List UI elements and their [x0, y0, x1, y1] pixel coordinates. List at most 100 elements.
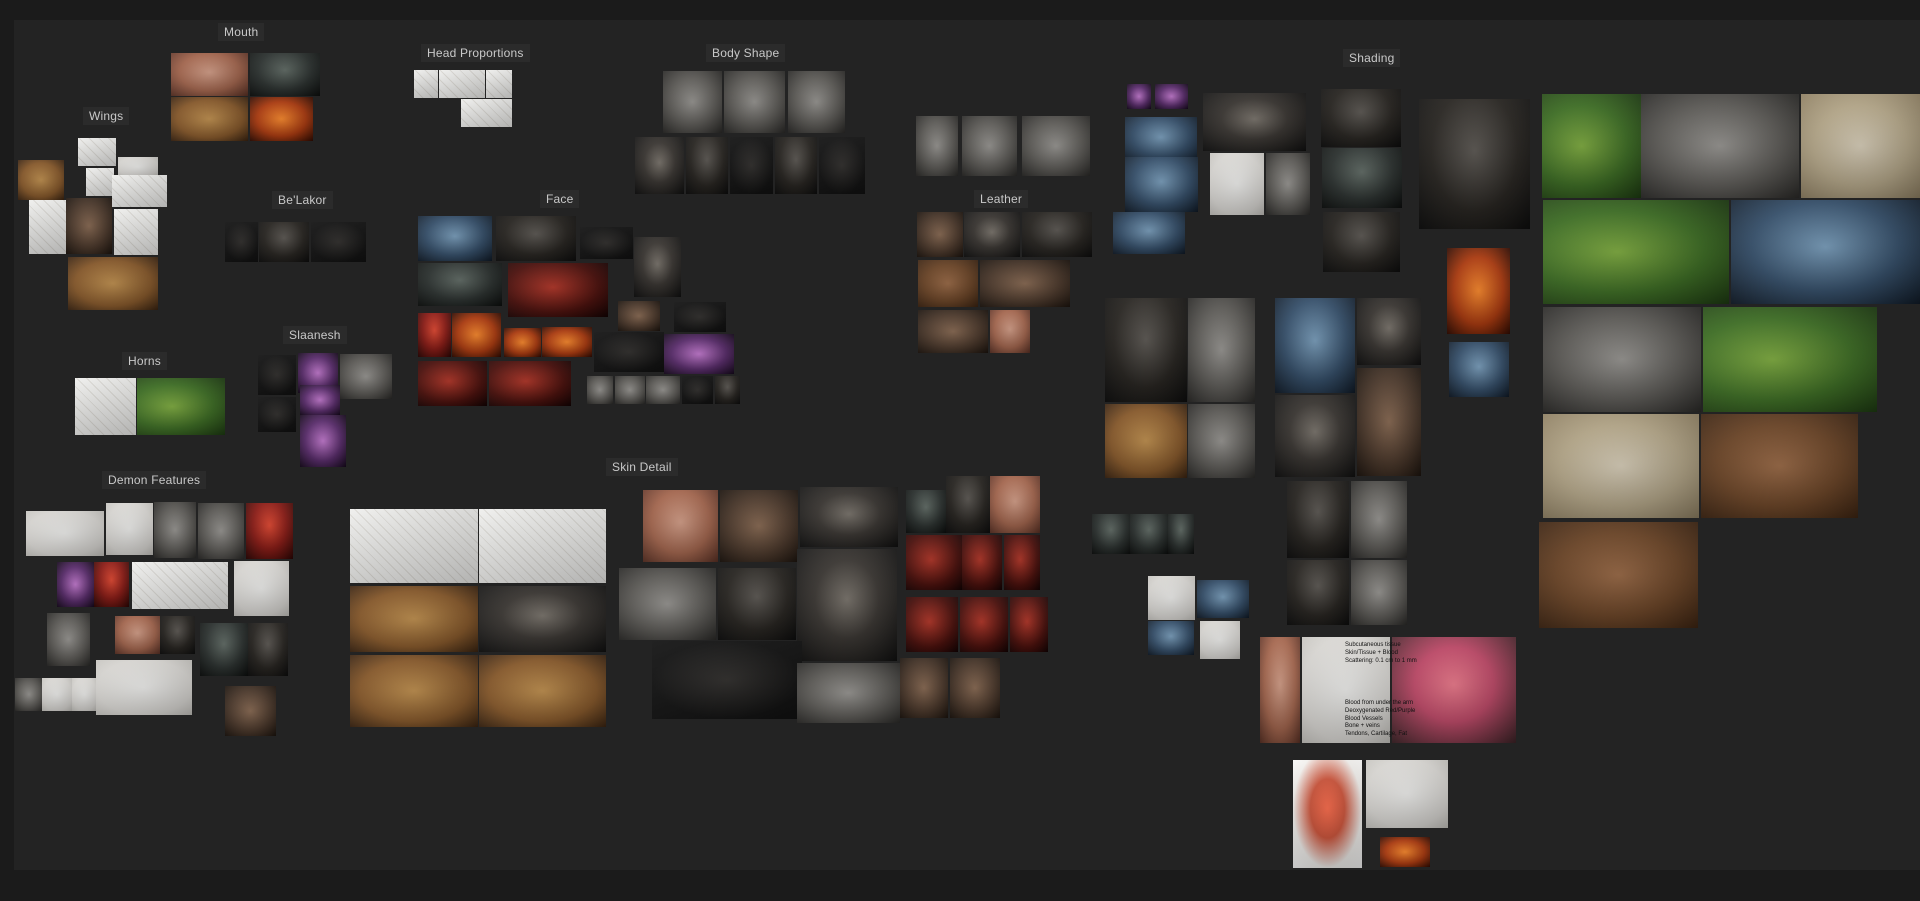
reference-image[interactable] [1703, 307, 1877, 412]
reference-image[interactable] [788, 71, 845, 133]
reference-image[interactable] [918, 310, 988, 353]
reference-image[interactable] [479, 655, 606, 727]
reference-image[interactable] [1447, 248, 1510, 334]
reference-image[interactable] [1351, 481, 1407, 558]
reference-image[interactable] [508, 263, 608, 317]
reference-image[interactable] [418, 313, 451, 357]
reference-image[interactable] [724, 71, 785, 133]
reference-image[interactable] [635, 137, 684, 194]
reference-image[interactable] [664, 334, 734, 374]
reference-image[interactable] [718, 568, 796, 640]
reference-image[interactable] [350, 509, 478, 583]
reference-image[interactable] [96, 660, 192, 715]
reference-image[interactable] [115, 616, 160, 654]
reference-image[interactable] [489, 361, 571, 406]
reference-image[interactable] [75, 378, 136, 435]
reference-image[interactable] [542, 327, 592, 357]
reference-image[interactable] [1260, 637, 1300, 743]
reference-image[interactable] [1092, 514, 1130, 554]
reference-image[interactable] [1731, 200, 1920, 304]
reference-image[interactable] [418, 361, 487, 406]
reference-image[interactable] [1022, 212, 1092, 257]
reference-image[interactable] [1293, 760, 1362, 868]
reference-image[interactable] [1543, 414, 1699, 518]
reference-image[interactable] [618, 301, 660, 331]
reference-image[interactable] [960, 597, 1008, 652]
reference-image[interactable] [418, 263, 502, 306]
reference-image[interactable] [1323, 212, 1400, 272]
reference-image[interactable] [154, 502, 196, 558]
reference-image[interactable] [1188, 404, 1255, 478]
reference-image[interactable] [340, 354, 392, 399]
reference-image[interactable] [1130, 514, 1168, 554]
reference-image[interactable] [94, 562, 129, 607]
reference-image[interactable] [66, 198, 112, 254]
reference-image[interactable] [18, 160, 64, 200]
reference-image[interactable] [1287, 481, 1349, 558]
reference-image[interactable] [112, 175, 167, 207]
reference-image[interactable] [730, 137, 773, 194]
reference-image[interactable] [634, 237, 681, 297]
reference-image[interactable] [1210, 153, 1264, 215]
reference-image[interactable] [962, 116, 1017, 176]
reference-image[interactable] [918, 260, 978, 307]
reference-image[interactable] [1203, 93, 1306, 151]
reference-image[interactable] [1419, 99, 1530, 229]
reference-image[interactable] [26, 511, 104, 556]
reference-image[interactable] [580, 227, 633, 259]
reference-image[interactable] [132, 562, 228, 609]
reference-image[interactable] [1010, 597, 1048, 652]
reference-image[interactable] [1168, 514, 1194, 554]
reference-image[interactable] [643, 490, 718, 562]
reference-image[interactable] [1351, 560, 1407, 625]
reference-image[interactable] [1105, 404, 1187, 478]
reference-image[interactable] [486, 70, 512, 98]
reference-image[interactable] [225, 686, 276, 736]
reference-image[interactable] [686, 137, 728, 194]
reference-image[interactable] [1321, 89, 1401, 147]
reference-image[interactable] [980, 260, 1070, 307]
reference-image[interactable] [619, 568, 716, 640]
reference-image[interactable] [1148, 621, 1194, 655]
reference-image[interactable] [964, 212, 1020, 257]
reference-image[interactable] [1357, 368, 1421, 476]
reference-image[interactable] [1275, 395, 1355, 477]
reference-image[interactable] [1641, 94, 1799, 198]
reference-image[interactable] [1125, 117, 1197, 162]
reference-image[interactable] [225, 222, 258, 262]
reference-image[interactable] [1188, 298, 1255, 402]
reference-image[interactable] [950, 658, 1000, 718]
reference-image[interactable] [1543, 200, 1729, 304]
reference-image[interactable] [1801, 94, 1920, 198]
reference-image[interactable] [250, 53, 320, 96]
reference-image[interactable] [118, 157, 158, 177]
reference-image[interactable] [1543, 307, 1701, 412]
reference-image[interactable] [1266, 153, 1310, 215]
reference-image[interactable] [200, 623, 248, 676]
reference-image[interactable] [300, 385, 340, 415]
reference-image[interactable] [615, 376, 645, 404]
reference-image[interactable] [479, 509, 606, 583]
reference-image[interactable] [1197, 580, 1249, 618]
reference-image[interactable] [258, 355, 296, 395]
moodboard-canvas[interactable]: Mouth Wings Head Proportions Body Shape Be'L… [0, 0, 1920, 901]
reference-image[interactable] [1322, 148, 1402, 208]
reference-image[interactable] [917, 212, 963, 257]
reference-image[interactable] [160, 616, 195, 654]
reference-image[interactable] [1287, 560, 1349, 625]
reference-image[interactable] [1004, 535, 1040, 590]
reference-image[interactable] [78, 138, 116, 166]
reference-image[interactable] [479, 586, 606, 652]
reference-image[interactable] [775, 137, 817, 194]
reference-image[interactable] [57, 562, 94, 607]
reference-image[interactable] [652, 641, 802, 719]
reference-image[interactable] [1113, 212, 1185, 254]
reference-image[interactable] [504, 328, 541, 357]
reference-image[interactable] [414, 70, 438, 98]
reference-image[interactable] [311, 222, 366, 262]
reference-image[interactable] [496, 216, 576, 261]
reference-board[interactable]: Mouth Wings Head Proportions Body Shape Be'L… [14, 20, 1920, 870]
reference-image[interactable] [248, 623, 288, 676]
reference-image[interactable] [1275, 298, 1355, 393]
reference-image[interactable] [258, 397, 296, 432]
